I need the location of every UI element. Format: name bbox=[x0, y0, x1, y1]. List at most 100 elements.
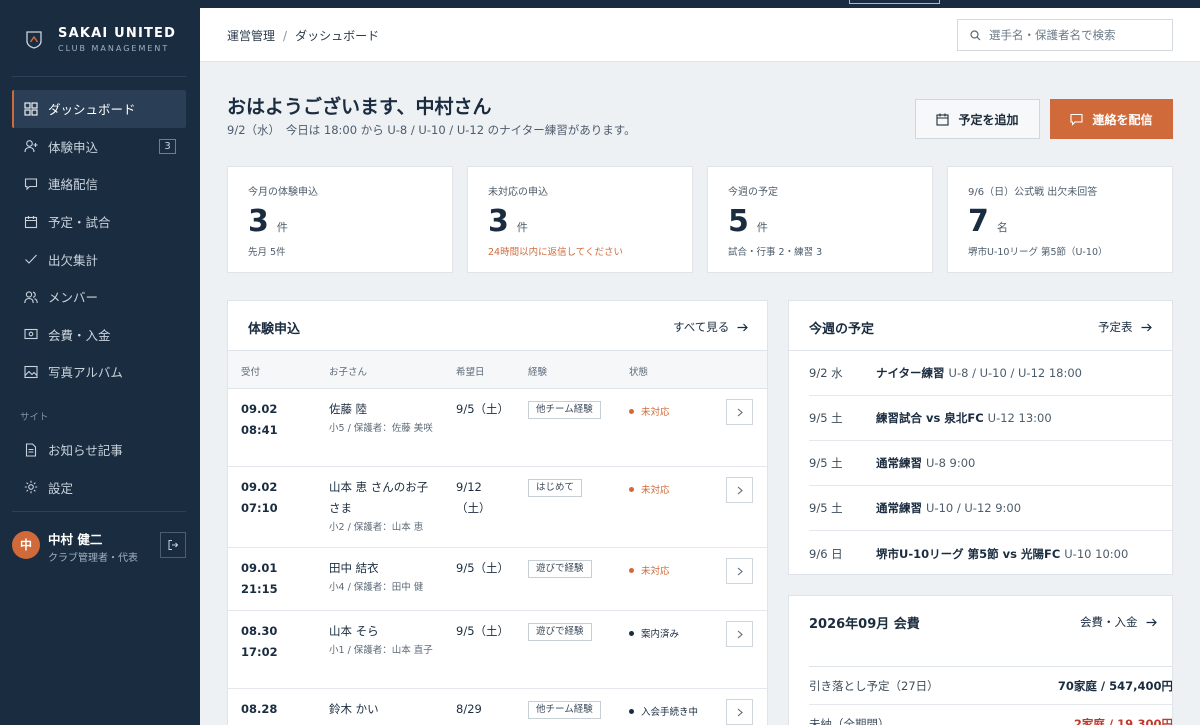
schedule-item[interactable]: 9/2 水 ナイター練習 U-8 / U-10 / U-12 18:00 bbox=[809, 351, 1172, 396]
add-event-label: 予定を追加 bbox=[958, 112, 1019, 127]
weekly-schedule-panel: 今週の予定 予定表 9/2 水 ナイター練習 U-8 / U-10 / U-12… bbox=[788, 300, 1173, 575]
sidebar-item-users[interactable]: メンバー bbox=[12, 278, 186, 316]
logout-button[interactable] bbox=[160, 532, 186, 558]
status-badge: 入会手続き中 bbox=[629, 704, 698, 718]
window-top-strip bbox=[200, 0, 1200, 8]
schedule-title: 堺市U-10リーグ 第5節 vs 光陽FC bbox=[876, 546, 1061, 561]
status-label: 案内済み bbox=[641, 629, 680, 640]
table-row[interactable]: 09.02 07:10 山本 恵 さんのお子さま 小2 / 保護者：山本 恵 9… bbox=[228, 467, 767, 548]
child-details: 小1 / 保護者：山本 直子 bbox=[329, 645, 433, 656]
sidebar-section-label: サイト bbox=[20, 412, 49, 423]
logout-icon bbox=[168, 540, 179, 550]
schedule-date: 9/5 土 bbox=[809, 501, 843, 515]
schedule-link[interactable]: 予定表 bbox=[1098, 319, 1152, 335]
sidebar-item-check[interactable]: 出欠集計 bbox=[12, 240, 186, 278]
club-crest-icon bbox=[26, 30, 42, 49]
schedule-date: 9/6 日 bbox=[809, 546, 843, 561]
schedule-title: 通常練習 bbox=[876, 456, 922, 470]
stat-label: 今月の体験申込 bbox=[248, 187, 318, 198]
search-input[interactable] bbox=[989, 28, 1159, 42]
status-dot bbox=[629, 486, 634, 492]
view-all-link[interactable]: すべて見る bbox=[673, 319, 749, 335]
fee-label: 引き落とし予定（27日） bbox=[809, 678, 939, 693]
check-icon bbox=[24, 252, 38, 266]
sidebar-item-label: 予定・試合 bbox=[48, 215, 111, 231]
stat-card[interactable]: 未対応の申込 3 件 24時間以内に返信してください bbox=[467, 166, 693, 273]
column-header: 受付 bbox=[241, 367, 261, 378]
experience-tag: 他チーム経験 bbox=[528, 401, 601, 419]
panel-title: 今週の予定 bbox=[809, 322, 875, 337]
stat-card[interactable]: 今週の予定 5 件 試合・行事 2・練習 3 bbox=[707, 166, 933, 273]
sidebar-item-label: 出欠集計 bbox=[48, 252, 99, 268]
schedule-item[interactable]: 9/5 土 通常練習 U-8 9:00 bbox=[809, 441, 1172, 486]
sidebar-item-image[interactable]: 写真アルバム bbox=[12, 353, 186, 391]
row-open-button[interactable] bbox=[726, 558, 753, 584]
table-header: 受付 お子さん 希望日 経験 状態 bbox=[228, 350, 767, 389]
received-cell: 09.01 21:15 bbox=[241, 558, 278, 600]
stat-card[interactable]: 9/6（日）公式戦 出欠未回答 7 名 堺市U-10リーグ 第5節（U-10） bbox=[947, 166, 1173, 273]
sidebar-item-calendar[interactable]: 予定・試合 bbox=[12, 203, 186, 241]
child-cell: 鈴木 かい bbox=[329, 699, 439, 720]
received-cell: 09.02 07:10 bbox=[241, 477, 278, 519]
child-details: 小4 / 保護者：田中 健 bbox=[329, 582, 424, 593]
breadcrumb-parent[interactable]: 運営管理 bbox=[227, 29, 275, 43]
page-subtitle: 9/2（水） 今日は 18:00 から U-8 / U-10 / U-12 のナ… bbox=[227, 123, 636, 137]
users-icon bbox=[24, 290, 38, 304]
chevron-right-icon bbox=[737, 630, 743, 638]
dashboard-icon bbox=[24, 102, 38, 116]
preferred-date: 9/12（土） bbox=[456, 480, 491, 515]
received-cell: 08.28 bbox=[241, 699, 277, 720]
table-row[interactable]: 09.02 08:41 佐藤 陸 小5 / 保護者：佐藤 美咲 9/5（土） 他… bbox=[228, 389, 767, 467]
status-badge: 未対応 bbox=[629, 404, 670, 418]
schedule-detail: U-8 / U-10 / U-12 18:00 bbox=[948, 366, 1082, 380]
schedule-detail: U-8 9:00 bbox=[926, 456, 976, 470]
sidebar-item-user-add[interactable]: 体験申込 3 bbox=[12, 128, 186, 166]
fees-link-label: 会費・入金 bbox=[1080, 615, 1138, 629]
schedule-item[interactable]: 9/6 日 堺市U-10リーグ 第5節 vs 光陽FC U-10 10:00 bbox=[809, 531, 1172, 574]
row-open-button[interactable] bbox=[726, 699, 753, 725]
table-row[interactable]: 08.30 17:02 山本 そら 小1 / 保護者：山本 直子 9/5（土） … bbox=[228, 611, 767, 689]
row-open-button[interactable] bbox=[726, 477, 753, 503]
search-box[interactable] bbox=[957, 19, 1173, 51]
search-icon bbox=[970, 29, 981, 40]
experience-tag: はじめて bbox=[528, 479, 583, 497]
row-open-button[interactable] bbox=[726, 621, 753, 647]
fee-value: 70家庭 / 547,400円 bbox=[1057, 678, 1173, 693]
status-dot bbox=[629, 708, 634, 714]
add-event-button[interactable]: 予定を追加 bbox=[915, 99, 1040, 139]
fees-link[interactable]: 会費・入金 bbox=[1080, 614, 1157, 630]
image-icon bbox=[24, 365, 38, 379]
stat-note: 24時間以内に返信してください bbox=[488, 247, 624, 258]
brand[interactable]: SAKAI UNITED CLUB MANAGEMENT bbox=[26, 26, 176, 53]
panel-title: 体験申込 bbox=[248, 322, 301, 337]
schedule-date: 9/5 土 bbox=[809, 456, 843, 470]
schedule-detail: U-12 13:00 bbox=[987, 411, 1052, 425]
table-row[interactable]: 09.01 21:15 田中 結衣 小4 / 保護者：田中 健 9/5（土） 遊… bbox=[228, 548, 767, 611]
user-profile: 中 中村 健二 クラブ管理者・代表 bbox=[12, 526, 188, 566]
stat-card[interactable]: 今月の体験申込 3 件 先月 5件 bbox=[227, 166, 453, 273]
child-name: 田中 結衣 bbox=[329, 561, 379, 575]
sidebar-item-dashboard[interactable]: ダッシュボード bbox=[12, 90, 186, 128]
schedule-item[interactable]: 9/5 土 通常練習 U-10 / U-12 9:00 bbox=[809, 486, 1172, 531]
sidebar-item-document[interactable]: お知らせ記事 bbox=[12, 431, 186, 469]
sidebar-item-gear[interactable]: 設定 bbox=[12, 469, 186, 507]
stat-value: 3 件 bbox=[488, 204, 672, 239]
stat-value: 7 名 bbox=[968, 204, 1152, 239]
table-row[interactable]: 08.28 鈴木 かい 8/29 他チーム経験 入会手続き中 bbox=[228, 689, 767, 725]
site-nav: お知らせ記事 設定 bbox=[12, 431, 186, 506]
status-label: 未対応 bbox=[641, 407, 670, 418]
breadcrumb: 運営管理 / ダッシュボード bbox=[227, 27, 379, 44]
status-badge: 未対応 bbox=[629, 482, 670, 496]
schedule-item[interactable]: 9/5 土 練習試合 vs 泉北FC U-12 13:00 bbox=[809, 396, 1172, 441]
status-badge: 案内済み bbox=[629, 626, 679, 640]
sidebar-item-message[interactable]: 連絡配信 bbox=[12, 165, 186, 203]
user-role: クラブ管理者・代表 bbox=[48, 553, 138, 564]
sidebar-item-wallet[interactable]: 会費・入金 bbox=[12, 316, 186, 354]
user-name: 中村 健二 bbox=[48, 532, 103, 547]
received-time: 07:10 bbox=[241, 501, 278, 515]
received-date: 08.30 bbox=[241, 624, 278, 638]
send-message-button[interactable]: 連絡を配信 bbox=[1050, 99, 1173, 139]
experience-tag: 遊びで経験 bbox=[528, 623, 592, 641]
row-open-button[interactable] bbox=[726, 399, 753, 425]
preferred-date: 8/29 bbox=[456, 702, 482, 716]
